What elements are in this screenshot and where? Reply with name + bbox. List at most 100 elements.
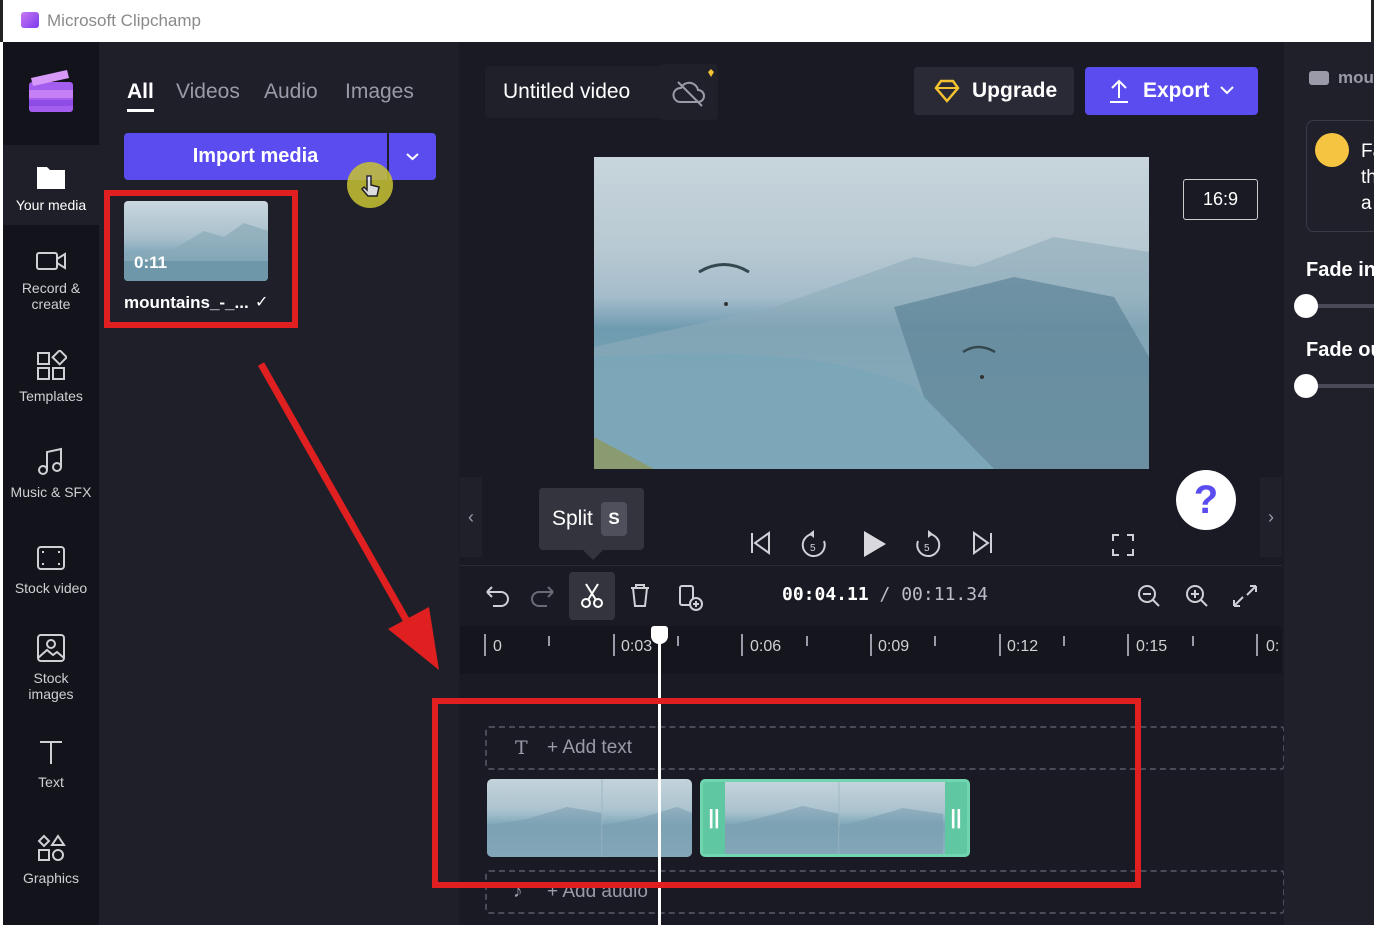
fade-out-label: Fade ou <box>1306 339 1374 361</box>
upgrade-button[interactable]: Upgrade <box>914 67 1074 115</box>
ruler-label: 0:06 <box>750 638 782 655</box>
camera-icon <box>36 252 66 270</box>
tip-text-line: a <box>1361 193 1372 214</box>
ruler-label: 0:03 <box>621 638 653 655</box>
nav-label: Graphics <box>22 870 80 886</box>
ruler-tick <box>741 634 743 656</box>
nav-text[interactable]: Text <box>3 736 99 806</box>
templates-icon <box>37 350 67 380</box>
tip-text-line: Fa <box>1361 141 1374 162</box>
fade-in-slider[interactable] <box>1294 294 1318 318</box>
hand-pointer-icon <box>360 175 380 197</box>
timecode: 00:04.11 / 00:11.34 <box>782 584 988 605</box>
nav-label: Record & create <box>21 280 81 312</box>
highlight-timeline-box <box>432 698 1141 888</box>
delete-icon[interactable] <box>617 572 663 620</box>
shortcut-key: S <box>601 502 627 536</box>
ruler-label: 0:15 <box>1136 638 1168 655</box>
tooltip-label: Split <box>552 507 593 530</box>
forward-5-icon[interactable]: 5 <box>913 528 943 560</box>
zoom-in-icon[interactable] <box>1174 572 1220 620</box>
video-preview[interactable] <box>594 157 1149 469</box>
skip-forward-icon[interactable] <box>968 528 998 558</box>
nav-label: Stock video <box>14 580 88 596</box>
scissors-icon <box>581 583 603 608</box>
music-note-icon <box>38 447 62 475</box>
image-icon <box>37 634 65 662</box>
window-title: Microsoft Clipchamp <box>47 11 201 30</box>
editor-header: Untitled video Upgrade Export <box>460 42 1282 142</box>
timeline-toolbar: 00:04.11 / 00:11.34 <box>460 566 1282 626</box>
collapse-left-panel-button[interactable]: ‹ <box>460 477 482 557</box>
nav-stock-video[interactable]: Stock video <box>3 542 99 612</box>
export-label: Export <box>1143 79 1210 102</box>
tip-card[interactable]: Fa th a <box>1306 120 1374 232</box>
ruler-tick <box>1256 634 1258 656</box>
project-title[interactable]: Untitled video <box>485 66 675 118</box>
ruler-label: 0:12 <box>1007 638 1039 655</box>
right-properties-panel: mou Fa th a Fade in Fade ou <box>1284 42 1374 925</box>
nav-label: Music & SFX <box>10 484 92 500</box>
help-button[interactable]: ? <box>1176 470 1236 530</box>
timeline-ruler[interactable]: 0 0:03 0:06 0:09 0:12 0:15 0: <box>460 626 1282 674</box>
clipchamp-logo-icon <box>21 12 39 28</box>
current-time: 00:04.11 <box>782 584 869 605</box>
import-dropdown-button[interactable] <box>389 133 436 180</box>
media-panel: All Videos Audio Images Import media 0:1… <box>99 42 459 925</box>
fade-out-slider[interactable] <box>1294 374 1318 398</box>
nav-templates[interactable]: Templates <box>3 350 99 420</box>
export-button[interactable]: Export <box>1085 67 1258 115</box>
folder-icon <box>37 167 65 189</box>
tab-audio[interactable]: Audio <box>264 80 318 104</box>
emoji-face-icon <box>1315 133 1349 167</box>
shapes-icon <box>37 834 66 861</box>
total-time: / 00:11.34 <box>879 584 988 605</box>
ruler-tick <box>484 634 486 656</box>
cloud-sync-button[interactable] <box>660 64 718 120</box>
fullscreen-icon[interactable] <box>1110 532 1136 558</box>
ruler-tick <box>806 636 808 646</box>
skip-back-icon[interactable] <box>745 528 775 558</box>
nav-music-sfx[interactable]: Music & SFX <box>3 446 99 516</box>
clipchamp-brand-icon[interactable] <box>27 66 75 114</box>
ruler-tick <box>548 636 550 646</box>
svg-text:5: 5 <box>924 543 930 554</box>
nav-label: Templates <box>19 388 83 404</box>
film-icon <box>37 546 65 570</box>
nav-record-create[interactable]: Record & create <box>3 248 99 328</box>
tab-images[interactable]: Images <box>345 80 414 104</box>
chevron-down-icon <box>406 153 419 161</box>
undo-icon[interactable] <box>473 572 519 620</box>
diamond-icon <box>934 79 960 103</box>
ruler-tick <box>934 636 936 646</box>
tab-videos[interactable]: Videos <box>176 80 240 104</box>
nav-stock-images[interactable]: Stock images <box>3 632 99 712</box>
ruler-label: 0:09 <box>878 638 910 655</box>
selected-file-label: mou <box>1338 68 1374 87</box>
chevron-down-icon <box>1220 86 1234 95</box>
play-icon[interactable] <box>858 528 890 560</box>
redo-icon[interactable] <box>521 572 567 620</box>
nav-graphics[interactable]: Graphics <box>3 832 99 902</box>
zoom-out-icon[interactable] <box>1126 572 1172 620</box>
ruler-tick <box>1063 636 1065 646</box>
aspect-ratio-button[interactable]: 16:9 <box>1183 179 1258 220</box>
ruler-tick <box>870 634 872 656</box>
rewind-5-icon[interactable]: 5 <box>799 528 829 560</box>
split-button[interactable] <box>569 572 615 620</box>
fit-timeline-icon[interactable] <box>1222 572 1268 620</box>
ruler-tick <box>613 634 615 656</box>
app-window: Your media Record & create Templates Mus… <box>3 42 1374 925</box>
nav-your-media[interactable]: Your media <box>3 145 99 225</box>
ruler-tick <box>1127 634 1129 656</box>
text-icon <box>40 741 62 764</box>
duplicate-add-icon[interactable] <box>667 572 713 620</box>
svg-text:5: 5 <box>810 543 816 554</box>
playhead-handle[interactable] <box>651 626 668 644</box>
upgrade-label: Upgrade <box>972 79 1058 102</box>
left-nav: Your media Record & create Templates Mus… <box>3 42 99 925</box>
highlight-media-box <box>104 190 298 328</box>
cloud-off-icon <box>672 69 714 107</box>
tab-all[interactable]: All <box>127 80 154 112</box>
expand-right-panel-button[interactable]: › <box>1260 477 1282 557</box>
